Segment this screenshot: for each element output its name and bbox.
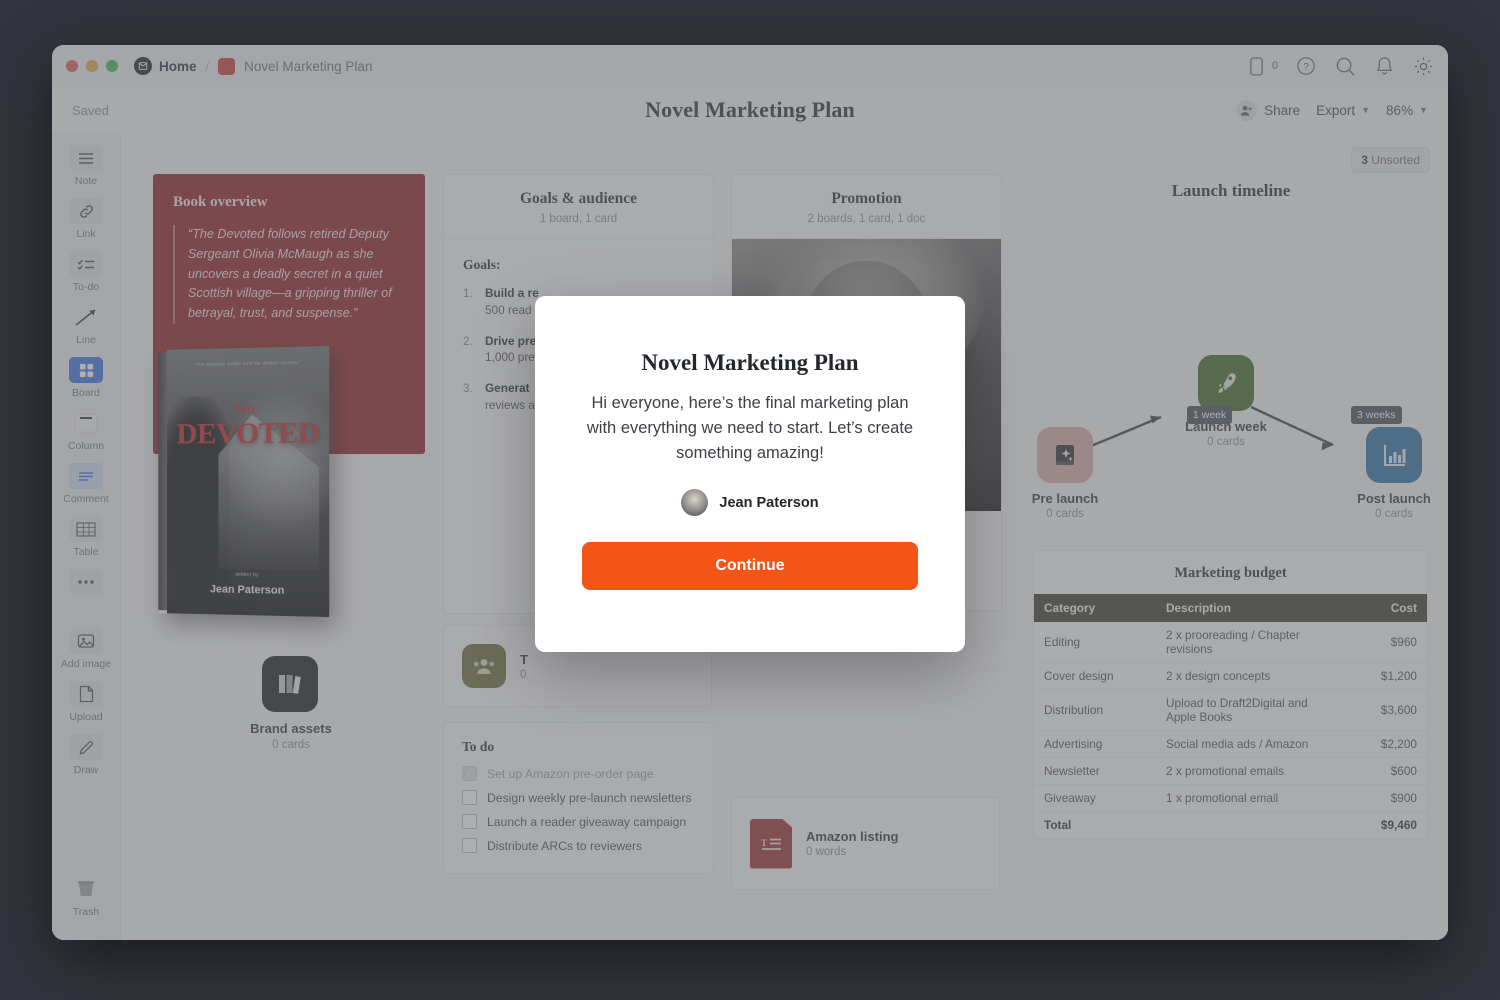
desktop-background: Home / Novel Marketing Plan 0 ?: [0, 0, 1500, 1000]
modal-author: Jean Paterson: [681, 489, 819, 517]
modal-author-name: Jean Paterson: [719, 494, 819, 511]
avatar: [681, 489, 709, 517]
modal-body: Hi everyone, here’s the final marketing …: [586, 394, 914, 462]
modal-title: Novel Marketing Plan: [641, 350, 859, 375]
welcome-modal: Novel Marketing Plan Hi everyone, here’s…: [535, 296, 965, 652]
continue-button[interactable]: Continue: [582, 542, 918, 591]
